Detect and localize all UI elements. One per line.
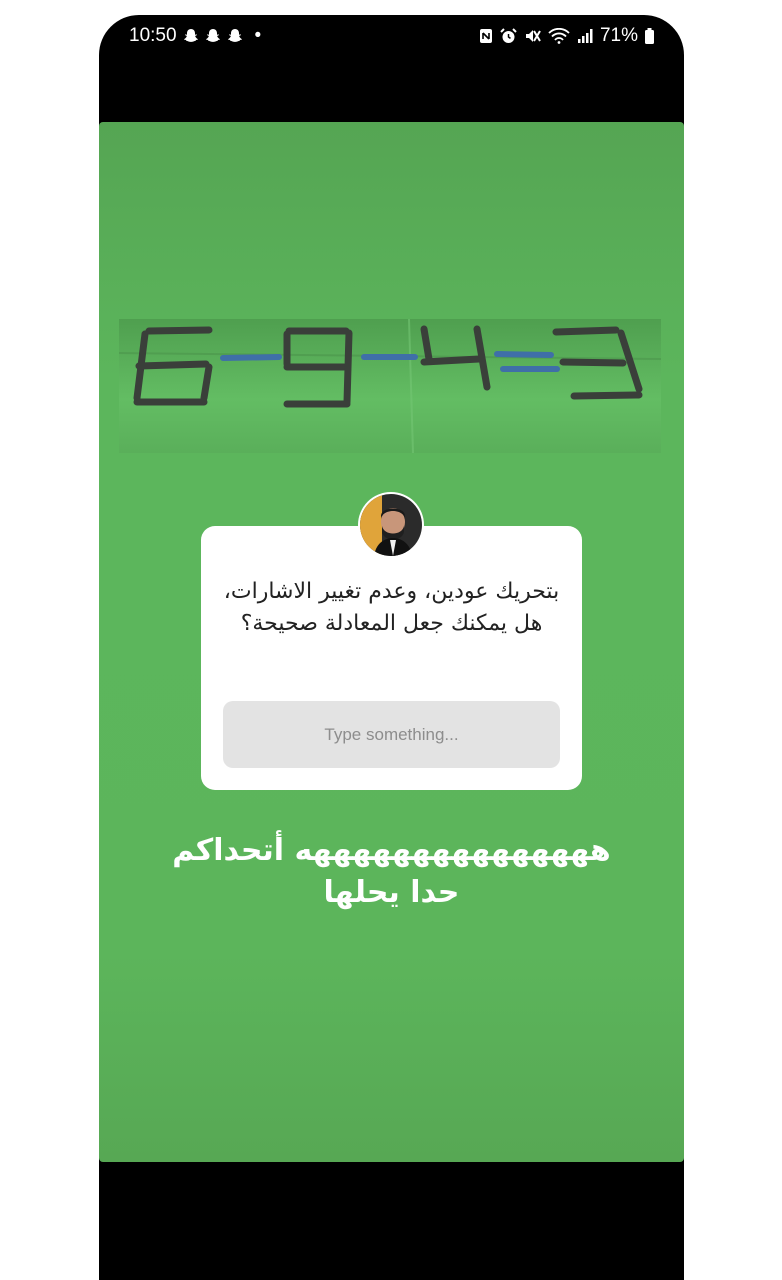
snapchat-icon (205, 28, 221, 44)
answer-placeholder: Type something... (324, 724, 459, 744)
status-time: 10:50 (129, 25, 177, 46)
status-right: 71% (479, 25, 654, 47)
avatar (360, 494, 422, 556)
matchstick-equation (119, 319, 661, 453)
answer-input[interactable]: Type something... (223, 701, 560, 768)
nfc-icon (479, 28, 493, 44)
question-text: بتحريك عودين، وعدم تغيير الاشارات، هل يم… (223, 579, 560, 636)
matchstick-puzzle-image (119, 319, 661, 453)
caption-line-2: حدا يحلها (323, 875, 460, 910)
alarm-icon (500, 28, 517, 44)
status-left: 10:50 • (129, 25, 261, 47)
snapchat-icon (227, 28, 243, 44)
caption-line-1: هههههههههههههههه أتحداكم (172, 833, 611, 868)
snapchat-icon (183, 28, 199, 44)
mute-icon (524, 28, 541, 44)
battery-icon (645, 28, 654, 44)
battery-percentage: 71% (599, 25, 638, 46)
signal-icon (577, 28, 593, 44)
status-bar: 10:50 • 71% (99, 15, 684, 61)
story-caption: هههههههههههههههه أتحداكم حدا يحلها (119, 830, 664, 914)
question-sticker: بتحريك عودين، وعدم تغيير الاشارات، هل يم… (201, 526, 582, 790)
status-dot: • (254, 25, 262, 46)
wifi-icon (548, 28, 570, 44)
phone-frame: 10:50 • 71% بتحريك عودين، وعدم تغيير الا… (99, 15, 684, 1280)
story-content: بتحريك عودين، وعدم تغيير الاشارات، هل يم… (99, 122, 684, 1162)
